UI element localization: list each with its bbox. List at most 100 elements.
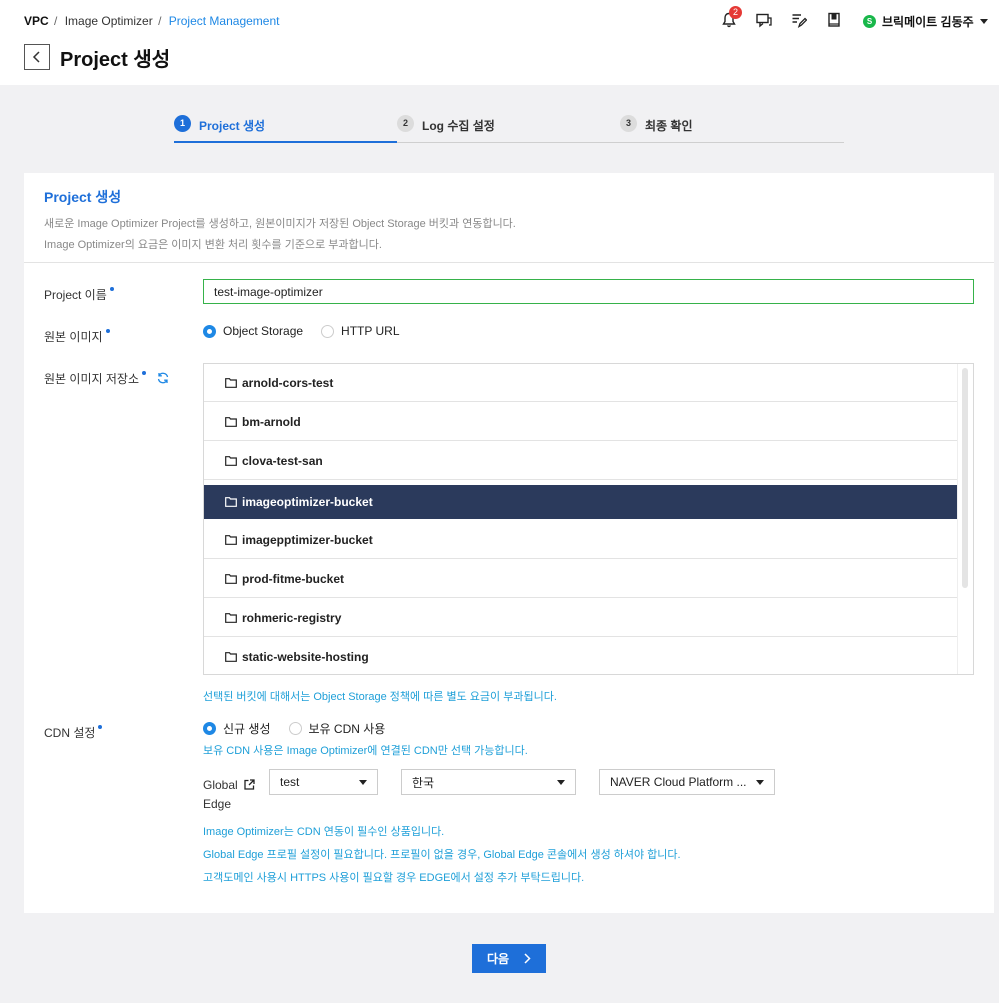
chevron-right-icon (524, 953, 531, 964)
bucket-row-selected[interactable]: imageoptimizer-bucket (204, 485, 958, 519)
page-title: Project 생성 (60, 49, 171, 71)
external-link-icon (244, 779, 255, 790)
project-name-input[interactable] (203, 279, 974, 304)
region-select[interactable]: 한국 (401, 769, 576, 795)
caret-down-icon (979, 19, 988, 24)
folder-icon (225, 497, 237, 507)
radio-cdn-new[interactable]: 신규 생성 (203, 720, 271, 737)
external-link-button[interactable] (244, 777, 255, 795)
select-value: NAVER Cloud Platform ... (610, 775, 747, 789)
step-log-settings[interactable]: 2 Log 수집 설정 (397, 112, 495, 143)
radio-object-storage[interactable]: Object Storage (203, 324, 303, 338)
next-button-label: 다음 (486, 952, 510, 966)
breadcrumb-image-optimizer[interactable]: Image Optimizer (65, 14, 153, 28)
project-name-label: Project 이름 (44, 286, 114, 303)
bucket-row[interactable]: static-website-hosting (204, 638, 958, 674)
global-edge-label-line2: Edge (203, 796, 232, 811)
step-final-review[interactable]: 3 최종 확인 (620, 112, 693, 143)
radio-unchecked-icon (288, 722, 302, 735)
cdn-radio-group: 신규 생성 보유 CDN 사용 (203, 720, 403, 737)
bucket-row[interactable]: clova-test-san (204, 442, 958, 480)
storage-label-text: 원본 이미지 저장소 (44, 372, 139, 386)
global-edge-label-line1: Global (203, 778, 238, 792)
bucket-row[interactable]: arnold-cors-test (204, 364, 958, 402)
caret-down-icon (557, 779, 565, 785)
step-label: 최종 확인 (645, 119, 693, 133)
radio-http-url[interactable]: HTTP URL (321, 324, 400, 338)
step-number: 2 (397, 115, 414, 132)
manual-button[interactable] (825, 11, 843, 29)
card-title: Project 생성 (44, 189, 122, 205)
folder-icon (225, 377, 237, 388)
card-description-2: Image Optimizer의 요금은 이미지 변환 처리 횟수를 기준으로 … (44, 239, 382, 251)
step-number: 1 (174, 115, 191, 132)
bucket-name: clova-test-san (242, 453, 323, 468)
radio-checked-icon (203, 722, 216, 735)
platform-select[interactable]: NAVER Cloud Platform ... (599, 769, 775, 795)
bucket-row[interactable]: bm-arnold (204, 403, 958, 441)
next-button[interactable]: 다음 (472, 944, 546, 973)
bucket-name: prod-fitme-bucket (242, 571, 344, 586)
source-image-label-text: 원본 이미지 (44, 330, 103, 344)
refresh-icon (158, 372, 169, 384)
folder-icon (225, 612, 237, 623)
caret-down-icon (756, 779, 764, 785)
step-number: 3 (620, 115, 637, 132)
project-form-card: Project 생성 새로운 Image Optimizer Project를 … (24, 173, 994, 913)
folder-icon (225, 534, 237, 545)
bucket-row[interactable]: rohmeric-registry (204, 599, 958, 637)
step-label: Log 수집 설정 (422, 119, 495, 133)
breadcrumb: VPC / Image Optimizer / Project Manageme… (24, 14, 279, 28)
bucket-note: 선택된 버킷에 대해서는 Object Storage 정책에 따른 별도 요금… (203, 691, 557, 703)
step-project-create[interactable]: 1 Project 생성 (174, 112, 397, 143)
folder-icon (225, 416, 237, 427)
cdn-required-note: Image Optimizer는 CDN 연동이 필수인 상품입니다. (203, 826, 445, 838)
https-note: 고객도메인 사용시 HTTPS 사용이 필요할 경우 EDGE에서 설정 추가 … (203, 872, 585, 884)
bucket-name: imagepptimizer-bucket (242, 532, 373, 547)
chat-icon (756, 13, 772, 27)
bucket-name: static-website-hosting (242, 650, 369, 664)
notification-badge: 2 (729, 6, 742, 19)
required-dot-icon (109, 287, 114, 291)
radio-label: Object Storage (223, 324, 304, 338)
card-header: Project 생성 새로운 Image Optimizer Project를 … (24, 173, 994, 263)
step-indicator: 1 Project 생성 2 Log 수집 설정 3 최종 확인 (174, 112, 844, 143)
chat-button[interactable] (755, 11, 773, 29)
source-image-label: 원본 이미지 (44, 328, 110, 345)
bucket-name: rohmeric-registry (242, 610, 342, 625)
user-name: 브릭메이트 김동주 (882, 15, 974, 29)
radio-cdn-existing[interactable]: 보유 CDN 사용 (288, 720, 385, 737)
folder-icon (225, 455, 237, 466)
source-radio-group: Object Storage HTTP URL (203, 324, 418, 338)
memo-button[interactable] (790, 11, 808, 29)
notification-button[interactable]: 2 (720, 6, 742, 29)
radio-unchecked-icon (321, 324, 335, 338)
profile-select[interactable]: test (269, 769, 378, 795)
storage-label: 원본 이미지 저장소 (44, 370, 169, 387)
step-label: Project 생성 (199, 119, 266, 133)
back-button[interactable] (24, 44, 50, 70)
global-edge-note: Global Edge 프로필 설정이 필요합니다. 프로필이 없을 경우, G… (203, 849, 681, 861)
radio-checked-icon (203, 324, 216, 338)
user-menu[interactable]: S 브릭메이트 김동주 (863, 13, 988, 30)
cdn-note: 보유 CDN 사용은 Image Optimizer에 연결된 CDN만 선택 … (203, 745, 528, 757)
book-icon (828, 12, 840, 27)
user-status-icon: S (863, 15, 876, 28)
chevron-left-icon (32, 51, 40, 63)
bucket-name: imageoptimizer-bucket (242, 495, 373, 509)
breadcrumb-project-management[interactable]: Project Management (169, 14, 280, 28)
header-icons: 2 (720, 6, 860, 29)
required-dot-icon (105, 329, 110, 333)
scrollbar-thumb[interactable] (962, 368, 968, 588)
cdn-label: CDN 설정 (44, 724, 103, 741)
refresh-button[interactable] (157, 372, 169, 387)
bucket-name: arnold-cors-test (242, 375, 334, 390)
breadcrumb-vpc[interactable]: VPC (24, 14, 49, 28)
select-value: 한국 (412, 775, 435, 790)
breadcrumb-separator: / (50, 14, 58, 28)
bucket-row[interactable]: imagepptimizer-bucket (204, 521, 958, 559)
bucket-row[interactable]: prod-fitme-bucket (204, 560, 958, 598)
required-dot-icon (142, 371, 146, 375)
bucket-list-scrollbar[interactable] (957, 364, 973, 674)
cdn-label-text: CDN 설정 (44, 726, 96, 740)
